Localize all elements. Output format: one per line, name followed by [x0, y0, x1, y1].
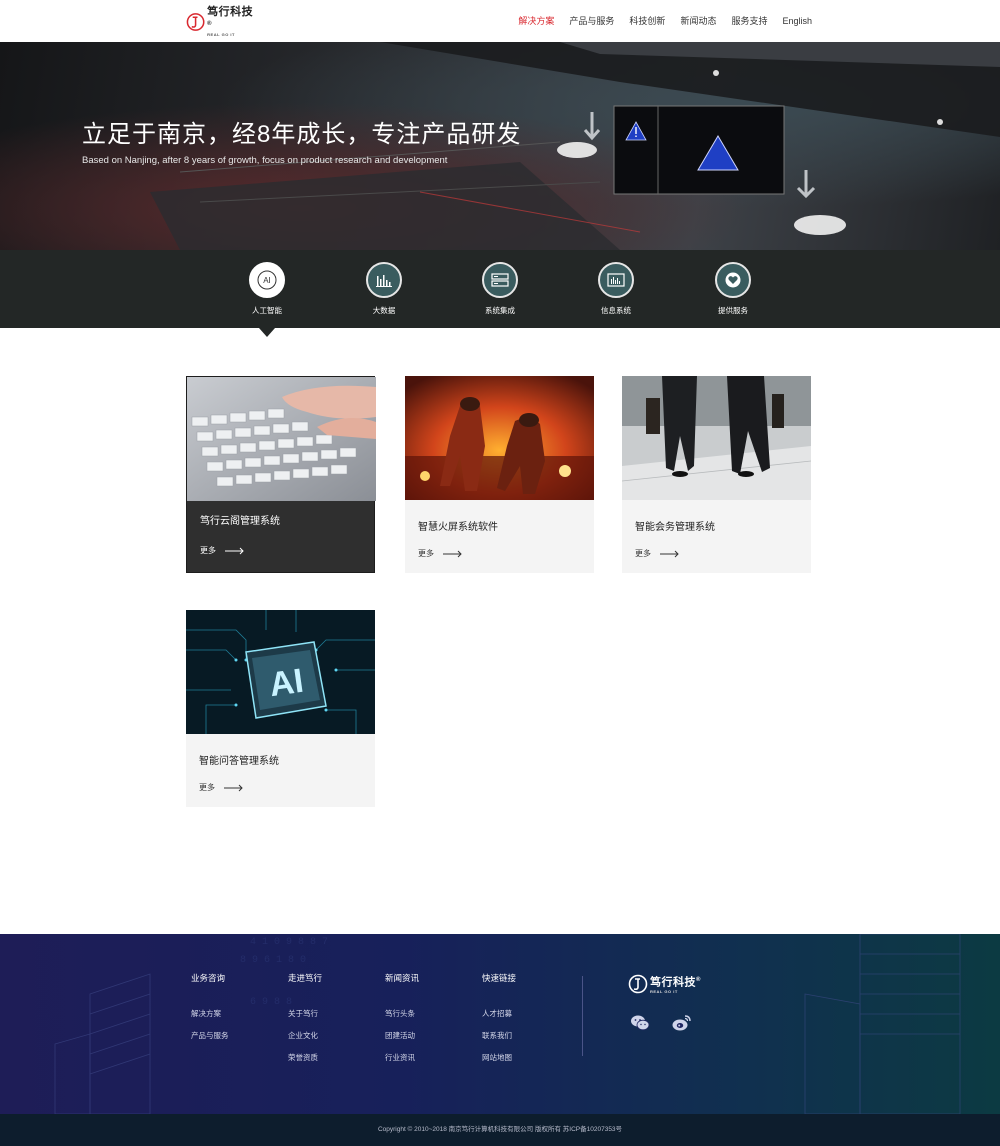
nav-item-products[interactable]: 产品与服务 — [569, 0, 614, 42]
footer-column-title: 业务咨询 — [191, 973, 226, 983]
logo-name: 笃行科技® — [650, 976, 701, 989]
footer-logo[interactable]: 笃行科技® REAL GO IT — [628, 974, 701, 995]
more-label: 更多 — [635, 549, 651, 558]
server-icon — [482, 262, 518, 298]
logo-name: 笃行科技® — [207, 5, 254, 27]
solution-card[interactable]: 智慧火屏系统软件 更多 — [405, 376, 594, 573]
footer-column-about: 走进笃行 关于笃行 企业文化 荣誉资质 — [288, 972, 322, 1074]
category-infosystem[interactable]: 信息系统 — [576, 262, 656, 316]
logo-text: 笃行科技® REAL GO IT — [207, 6, 256, 39]
category-bar: AI 人工智能 大数据 系统集成 信息系统 提供服务 — [0, 250, 1000, 328]
more-label: 更多 — [199, 783, 215, 792]
footer-column-title: 走进笃行 — [288, 973, 323, 983]
card-title: 智能会务管理系统 — [635, 522, 715, 533]
logo-tagline: REAL GO IT — [650, 988, 678, 994]
category-ai[interactable]: AI 人工智能 — [227, 262, 307, 316]
weibo-icon[interactable] — [672, 1014, 692, 1032]
more-label: 更多 — [200, 546, 216, 555]
footer-link[interactable]: 团建活动 — [385, 1030, 419, 1041]
footer-link[interactable]: 联系我们 — [482, 1030, 516, 1041]
hero-banner: 立足于南京，经8年成长，专注产品研发 Based on Nanjing, aft… — [0, 42, 1000, 250]
businessmen-walking-photo — [622, 376, 811, 500]
category-integration[interactable]: 系统集成 — [460, 262, 540, 316]
category-label: 系统集成 — [485, 306, 515, 315]
svg-text:AI: AI — [263, 276, 271, 285]
hero-title: 立足于南京，经8年成长，专注产品研发 — [82, 121, 522, 148]
arrow-right-icon — [660, 550, 679, 557]
more-link[interactable]: 更多 — [199, 782, 244, 793]
nav-item-solutions[interactable]: 解决方案 — [518, 0, 554, 42]
svg-text:6 9 8 8: 6 9 8 8 — [250, 997, 292, 1008]
bar-chart-icon — [366, 262, 402, 298]
more-label: 更多 — [418, 549, 434, 558]
footer-column-title: 新闻资讯 — [385, 973, 420, 983]
solution-card[interactable]: AI 智能问答管理系统 更多 — [186, 610, 375, 807]
nav-item-support[interactable]: 服务支持 — [731, 0, 767, 42]
nav-item-news[interactable]: 新闻动态 — [680, 0, 716, 42]
svg-text:4 1 0 9 8 8 7: 4 1 0 9 8 8 7 — [250, 937, 328, 948]
logo-tagline: REAL GO IT — [207, 32, 235, 38]
arrow-right-icon — [224, 784, 243, 791]
logo-mark-icon — [186, 13, 205, 31]
footer-link[interactable]: 网站地图 — [482, 1052, 516, 1063]
ai-chip-photo: AI — [186, 610, 375, 734]
site-header: 笃行科技® REAL GO IT 解决方案 产品与服务 科技创新 新闻动态 服务… — [0, 0, 1000, 42]
solution-card[interactable]: 智能会务管理系统 更多 — [622, 376, 811, 573]
category-label: 提供服务 — [718, 306, 748, 315]
footer-column-news: 新闻资讯 笃行头条 团建活动 行业资讯 — [385, 972, 419, 1074]
ai-icon: AI — [249, 262, 285, 298]
site-footer: 4 1 0 9 8 8 7 8 9 6 1 8 0 6 9 8 8 业务咨询 解决方… — [0, 934, 1000, 1146]
wechat-icon[interactable] — [630, 1014, 650, 1032]
footer-column-quicklinks: 快速链接 人才招募 联系我们 网站地图 — [482, 972, 516, 1074]
category-label: 信息系统 — [601, 306, 631, 315]
arrow-right-icon — [443, 550, 462, 557]
card-title: 智慧火屏系统软件 — [418, 522, 498, 533]
heart-icon — [715, 262, 751, 298]
category-bigdata[interactable]: 大数据 — [344, 262, 424, 316]
category-label: 大数据 — [372, 306, 396, 315]
copyright-text: Copyright © 2010~2018 南京笃行计算机科技有限公司 版权所有… — [0, 1114, 1000, 1146]
footer-link[interactable]: 行业资讯 — [385, 1052, 419, 1063]
more-link[interactable]: 更多 — [200, 545, 245, 556]
footer-divider — [582, 976, 583, 1056]
category-services[interactable]: 提供服务 — [693, 262, 773, 316]
nav-item-english[interactable]: English — [782, 0, 812, 42]
logo-mark-icon — [628, 975, 648, 994]
logo-text: 笃行科技® REAL GO IT — [650, 974, 701, 995]
svg-text:8 9 6 1 8 0: 8 9 6 1 8 0 — [240, 955, 306, 966]
footer-column-business: 业务咨询 解决方案 产品与服务 — [191, 972, 229, 1052]
card-title: 智能问答管理系统 — [199, 756, 279, 767]
svg-text:AI: AI — [267, 662, 306, 704]
footer-link[interactable]: 企业文化 — [288, 1030, 322, 1041]
arrow-right-icon — [225, 547, 244, 554]
footer-link[interactable]: 解决方案 — [191, 1008, 229, 1019]
category-label: 人工智能 — [252, 306, 282, 315]
footer-link[interactable]: 荣誉资质 — [288, 1052, 322, 1063]
footer-column-title: 快速链接 — [482, 973, 517, 983]
footer-link[interactable]: 产品与服务 — [191, 1030, 229, 1041]
footer-link[interactable]: 人才招募 — [482, 1008, 516, 1019]
nav-item-innovation[interactable]: 科技创新 — [629, 0, 665, 42]
footer-link[interactable]: 关于笃行 — [288, 1008, 322, 1019]
firefighters-photo — [405, 376, 594, 500]
main-nav: 解决方案 产品与服务 科技创新 新闻动态 服务支持 English — [503, 0, 812, 42]
hero-subtitle: Based on Nanjing, after 8 years of growt… — [82, 155, 448, 166]
more-link[interactable]: 更多 — [418, 548, 463, 559]
active-category-pointer — [259, 328, 275, 337]
monitor-chart-icon — [598, 262, 634, 298]
solution-card[interactable]: 笃行云阁管理系统 更多 — [186, 376, 376, 573]
more-link[interactable]: 更多 — [635, 548, 680, 559]
card-title: 笃行云阁管理系统 — [200, 516, 280, 527]
ai-icon-glyph: AI — [257, 270, 277, 290]
footer-link[interactable]: 笃行头条 — [385, 1008, 419, 1019]
site-logo[interactable]: 笃行科技® REAL GO IT — [186, 6, 256, 37]
keyboard-typing-photo — [187, 377, 376, 501]
